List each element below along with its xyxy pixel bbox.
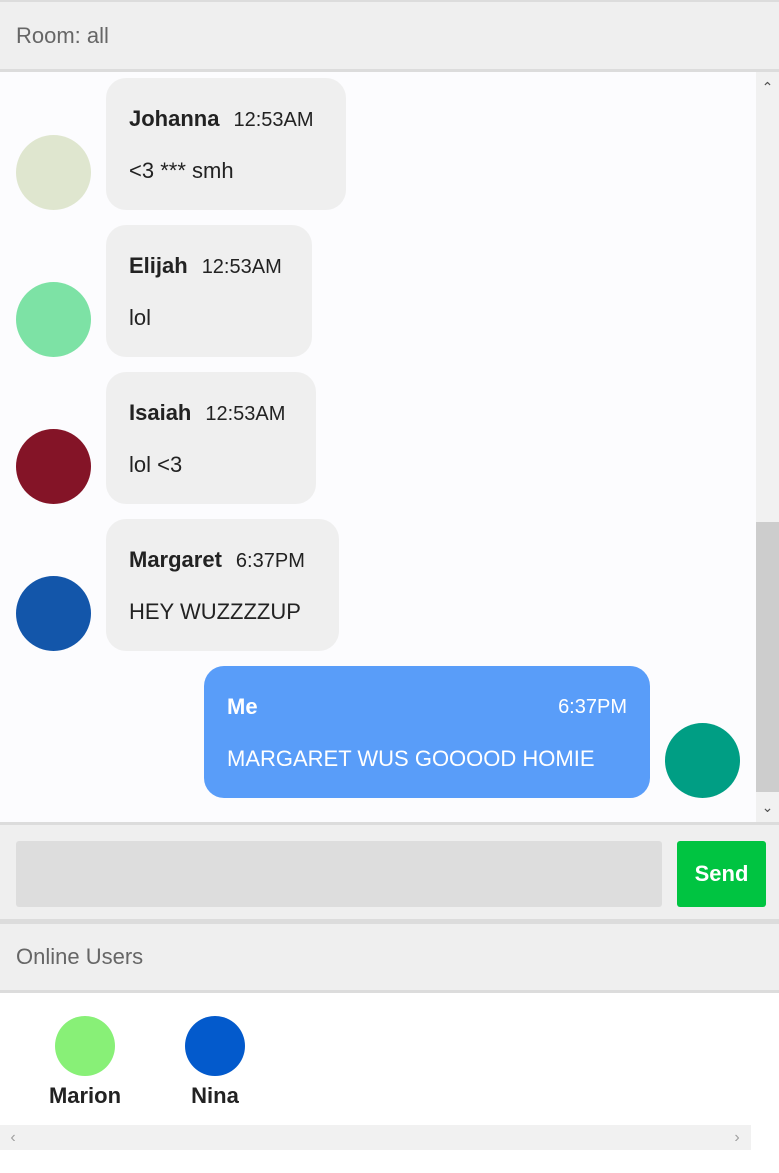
message-text: lol xyxy=(129,305,152,330)
message-time: 12:53AM xyxy=(205,403,286,425)
message-bubble: Isaiah 12:53AM lol <3 xyxy=(106,372,316,504)
message-bubble: Margaret 6:37PM HEY WUZZZZUP xyxy=(106,519,339,651)
message-time: 12:53AM xyxy=(233,109,314,131)
room-label: Room: all xyxy=(16,23,109,48)
online-user[interactable]: Nina xyxy=(160,1016,270,1109)
message-time: 12:53AM xyxy=(201,256,282,278)
message-bubble: Johanna 12:53AM <3 *** smh xyxy=(106,78,346,210)
users-scrollbar[interactable]: ‹ › xyxy=(0,1125,751,1150)
chevron-down-icon[interactable]: ⌄ xyxy=(756,796,779,818)
online-user-name: Marion xyxy=(48,1083,122,1108)
my-message-bubble: Me 6:37PM MARGARET WUS GOOOOD HOMIE xyxy=(204,666,650,798)
room-header: Room: all xyxy=(0,0,779,72)
message-input[interactable] xyxy=(16,841,662,907)
online-users-title: Online Users xyxy=(16,944,144,969)
send-button[interactable]: Send xyxy=(677,841,766,907)
message-text: HEY WUZZZZUP xyxy=(129,599,301,624)
avatar xyxy=(16,282,91,357)
avatar xyxy=(665,723,740,798)
message-sender: Elijah xyxy=(129,253,188,278)
avatar xyxy=(185,1016,245,1076)
message-text: lol <3 xyxy=(129,452,183,477)
online-users-list[interactable]: Marion Nina ‹ › xyxy=(0,993,779,1173)
avatar xyxy=(16,135,91,210)
message-scrollbar[interactable]: ⌃ ⌄ xyxy=(756,72,779,822)
chevron-left-icon[interactable]: ‹ xyxy=(2,1125,24,1150)
avatar xyxy=(16,576,91,651)
message-time: 6:37PM xyxy=(558,696,627,718)
message-list[interactable]: Johanna 12:53AM <3 *** smh Elijah 12:53AM … xyxy=(0,72,779,822)
chevron-right-icon[interactable]: › xyxy=(726,1125,748,1150)
message-sender: Margaret xyxy=(129,547,222,572)
online-users-header: Online Users xyxy=(0,922,779,993)
online-user-name: Nina xyxy=(191,1083,239,1108)
message-sender: Isaiah xyxy=(129,400,192,425)
message-text: <3 *** smh xyxy=(129,158,234,183)
message-sender: Me xyxy=(227,694,258,719)
scrollbar-thumb[interactable] xyxy=(756,522,779,792)
message-text: MARGARET WUS GOOOOD HOMIE xyxy=(227,746,595,771)
avatar xyxy=(55,1016,115,1076)
chat-app: Room: all Johanna 12:53AM <3 *** smh Elij… xyxy=(0,0,779,1173)
online-user[interactable]: Marion xyxy=(30,1016,140,1109)
message-sender: Johanna xyxy=(129,106,220,131)
chevron-up-icon[interactable]: ⌃ xyxy=(756,76,779,98)
avatar xyxy=(16,429,91,504)
message-time: 6:37PM xyxy=(235,550,305,572)
message-bubble: Elijah 12:53AM lol xyxy=(106,225,312,357)
message-composer: Send xyxy=(0,822,779,922)
